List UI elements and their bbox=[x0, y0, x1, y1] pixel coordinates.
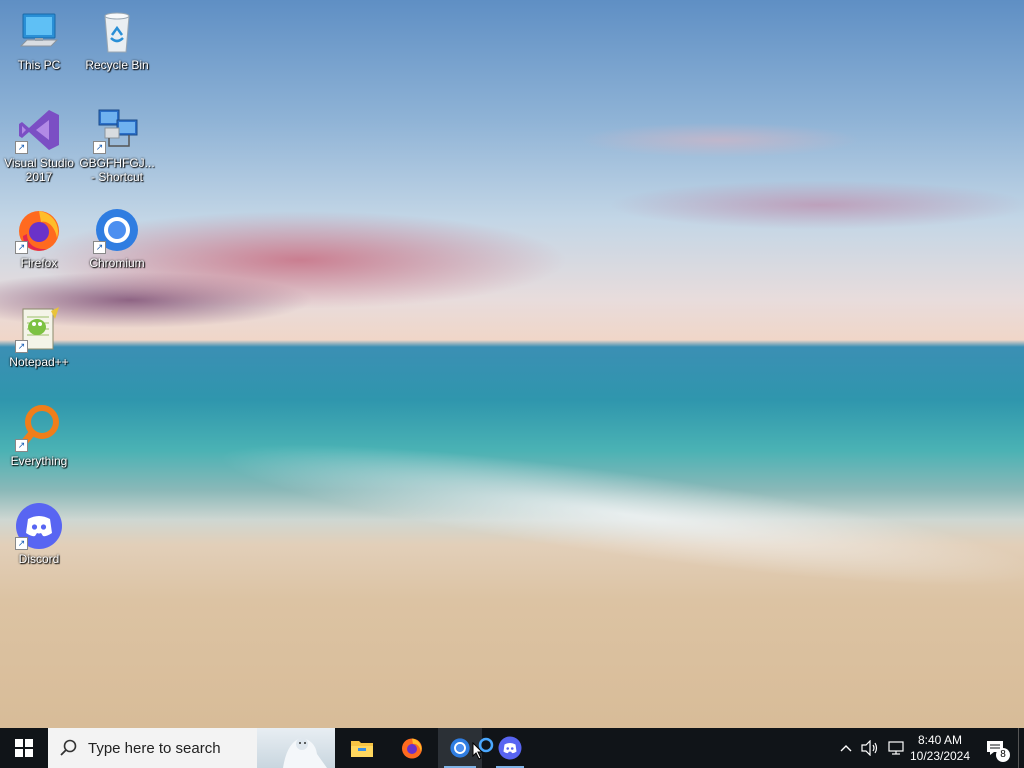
shortcut-arrow-icon: ↗ bbox=[15, 537, 28, 550]
desktop-icon-label: Firefox bbox=[20, 256, 58, 270]
desktop-icon-label: GBGFHFGJ... - Shortcut bbox=[79, 156, 155, 184]
notepadpp-icon: ↗ bbox=[15, 305, 63, 353]
clock-time: 8:40 AM bbox=[917, 733, 963, 747]
firefox-icon: ↗ bbox=[15, 206, 63, 254]
chevron-up-icon bbox=[840, 745, 852, 752]
desktop-icon-label: Visual Studio 2017 bbox=[4, 156, 74, 184]
computer-icon bbox=[15, 8, 63, 56]
taskbar: Type here to search 8:40 AM 10/23/2024 8 bbox=[0, 728, 1024, 768]
firefox-icon bbox=[402, 738, 422, 759]
desktop-wallpaper: This PC Recycle Bin ↗ Visual Studio 2017 bbox=[0, 0, 1024, 728]
desktop-icon-label: Recycle Bin bbox=[85, 58, 149, 72]
action-center-button[interactable]: 8 bbox=[978, 728, 1012, 768]
desktop-icon-label: Everything bbox=[10, 454, 68, 468]
desktop-icon-label: Discord bbox=[18, 552, 60, 566]
chromium-icon bbox=[450, 738, 470, 758]
desktop-icon-label: Chromium bbox=[89, 256, 145, 270]
folder-icon bbox=[351, 741, 373, 757]
desktop-icon-label: This PC bbox=[17, 58, 61, 72]
desktop-icon-recycle-bin[interactable]: Recycle Bin bbox=[79, 8, 155, 72]
clock-date: 10/23/2024 bbox=[909, 749, 971, 763]
network-icon bbox=[888, 741, 904, 755]
shortcut-arrow-icon: ↗ bbox=[93, 141, 106, 154]
notification-count-badge: 8 bbox=[996, 748, 1010, 762]
shortcut-arrow-icon: ↗ bbox=[15, 241, 28, 254]
shortcut-arrow-icon: ↗ bbox=[15, 141, 28, 154]
network-computer-icon: ↗ bbox=[93, 106, 141, 154]
search-input[interactable]: Type here to search bbox=[48, 728, 335, 768]
desktop-icon-chromium[interactable]: ↗ Chromium bbox=[79, 206, 155, 270]
search-icon bbox=[60, 739, 77, 756]
taskbar-firefox[interactable] bbox=[388, 728, 436, 768]
shortcut-arrow-icon: ↗ bbox=[93, 241, 106, 254]
chromium-icon: ↗ bbox=[93, 206, 141, 254]
volume-button[interactable] bbox=[858, 728, 882, 768]
mouse-cursor-icon bbox=[472, 742, 484, 760]
wave-foam bbox=[178, 407, 1024, 623]
shortcut-arrow-icon: ↗ bbox=[15, 340, 28, 353]
everything-icon: ↗ bbox=[15, 404, 63, 452]
desktop-icon-notepadpp[interactable]: ↗ Notepad++ bbox=[1, 305, 77, 369]
clock[interactable]: 8:40 AM 10/23/2024 bbox=[906, 728, 974, 768]
search-placeholder: Type here to search bbox=[88, 739, 221, 757]
desktop-icon-firefox[interactable]: ↗ Firefox bbox=[1, 206, 77, 270]
show-hidden-icons-button[interactable] bbox=[836, 728, 856, 768]
recycle-bin-icon bbox=[93, 8, 141, 56]
start-button[interactable] bbox=[0, 728, 48, 768]
shortcut-arrow-icon: ↗ bbox=[15, 439, 28, 452]
show-desktop-button[interactable] bbox=[1018, 728, 1024, 768]
desktop-icon-visual-studio[interactable]: ↗ Visual Studio 2017 bbox=[1, 106, 77, 184]
taskbar-file-explorer[interactable] bbox=[338, 728, 386, 768]
desktop-icon-discord[interactable]: ↗ Discord bbox=[1, 502, 77, 566]
taskbar-discord[interactable] bbox=[490, 728, 530, 768]
desktop-icon-this-pc[interactable]: This PC bbox=[1, 8, 77, 72]
search-highlight-image bbox=[257, 728, 335, 768]
desktop-icon-everything[interactable]: ↗ Everything bbox=[1, 404, 77, 468]
discord-icon bbox=[498, 736, 522, 760]
desktop-icon-label: Notepad++ bbox=[9, 355, 69, 369]
visual-studio-icon: ↗ bbox=[15, 106, 63, 154]
windows-logo-icon bbox=[15, 739, 33, 757]
network-button[interactable] bbox=[884, 728, 908, 768]
speaker-icon bbox=[861, 740, 878, 756]
discord-icon: ↗ bbox=[15, 502, 63, 550]
desktop-icon-network-shortcut[interactable]: ↗ GBGFHFGJ... - Shortcut bbox=[79, 106, 155, 184]
